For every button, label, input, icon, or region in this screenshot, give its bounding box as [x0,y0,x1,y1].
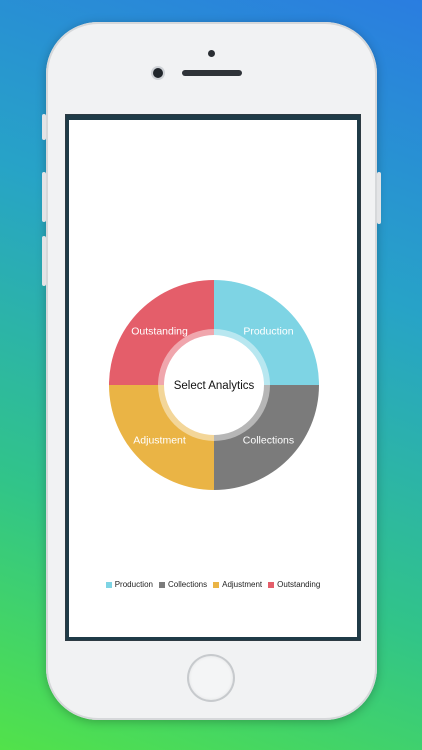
power-button [377,172,381,224]
legend-swatch [105,581,112,588]
slice-label-adjustment: Adjustment [133,434,186,446]
legend-swatch [213,581,220,588]
legend-swatch [158,581,165,588]
volume-down-button [42,236,46,286]
phone-screen: Select Analytics Production Collections Ad… [65,114,361,641]
silent-switch [42,114,46,140]
legend-item-adjustment[interactable]: Adjustment [213,580,262,589]
front-camera [153,68,163,78]
donut-chart[interactable]: Select Analytics Production Collections Ad… [69,120,357,635]
chart-center-label: Select Analytics [174,380,255,392]
legend-item-outstanding[interactable]: Outstanding [268,580,320,589]
legend-item-collections[interactable]: Collections [158,580,208,589]
volume-up-button [42,172,46,222]
legend-label: Collections [167,580,208,589]
legend-label: Production [114,580,153,589]
home-button[interactable] [189,656,233,700]
slice-label-outstanding: Outstanding [131,326,188,338]
legend-swatch [268,581,275,588]
legend-item-production[interactable]: Production [105,580,153,589]
chart-legend: Production Collections Adjustment Outstandi… [69,580,357,589]
phone-frame: Select Analytics Production Collections Ad… [42,22,381,720]
app-view: Select Analytics Production Collections Ad… [69,120,357,637]
legend-label: Adjustment [222,580,263,589]
proximity-sensor [208,50,215,57]
earpiece-speaker [182,70,242,76]
slice-label-production: Production [243,326,293,338]
slice-label-collections: Collections [243,434,294,446]
legend-label: Outstanding [277,580,321,589]
